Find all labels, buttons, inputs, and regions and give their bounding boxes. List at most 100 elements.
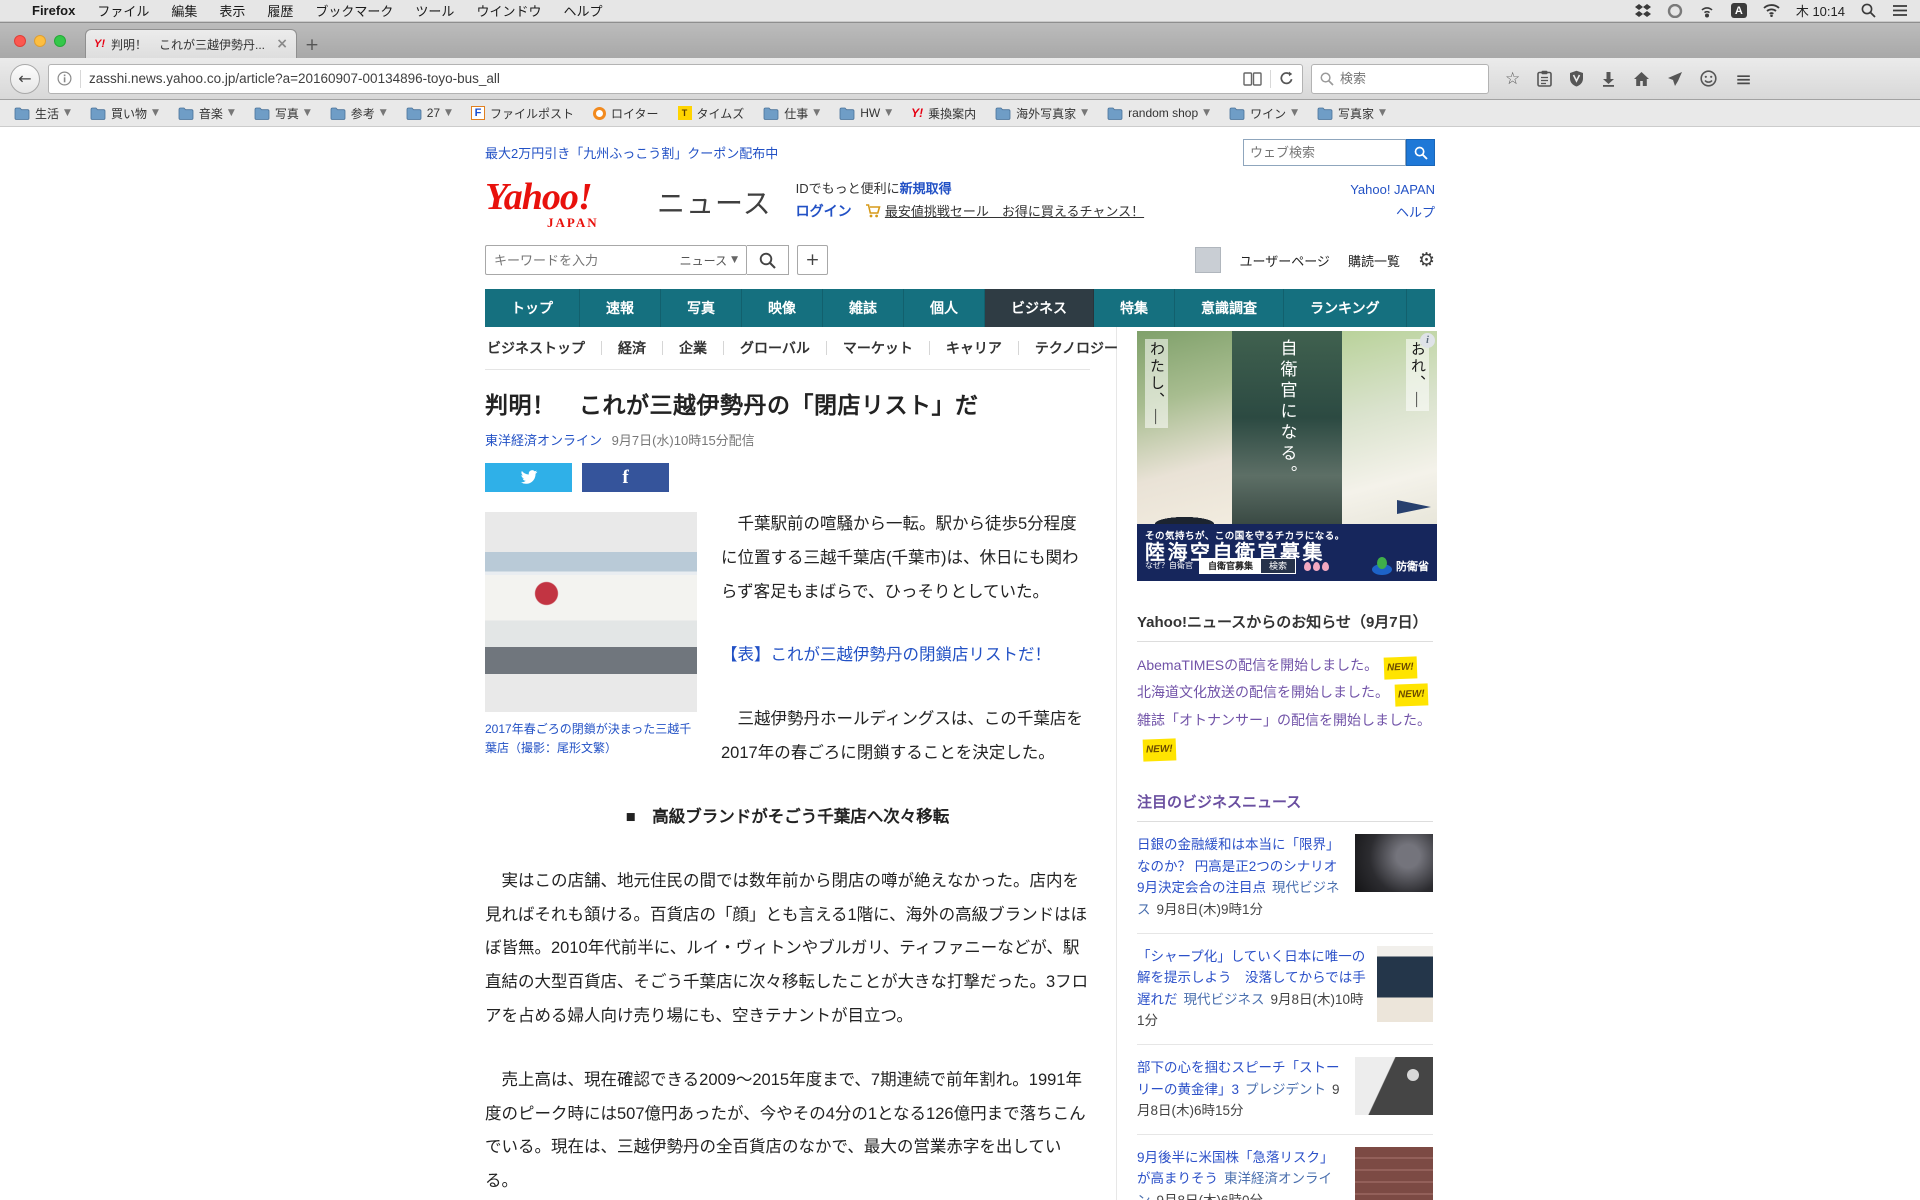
menu-hamburger-icon[interactable]: ≡ [1735,67,1752,91]
menu-file[interactable]: ファイル [97,1,149,20]
news-thumbnail[interactable] [1355,834,1433,893]
url-text[interactable]: zasshi.news.yahoo.co.jp/article?a=201609… [89,71,1235,86]
close-window-button[interactable] [14,35,26,47]
hotspot-icon[interactable] [1699,4,1715,18]
news-thumbnail[interactable] [1355,1056,1433,1115]
menu-tools[interactable]: ツール [415,1,454,20]
bookmark-times[interactable]: T タイムズ [677,105,744,122]
table-list-link[interactable]: 【表】これが三越伊勢丹の閉鎖店リストだ！ [721,646,1051,664]
article-photo[interactable] [485,512,697,712]
bookmark-folder-work[interactable]: 仕事 ▼ [763,105,820,122]
bookmark-folder-photographers[interactable]: 写真家 ▼ [1317,105,1386,122]
ad-info-icon[interactable]: i [1420,333,1435,348]
tab-top[interactable]: トップ [485,289,580,327]
site-info-icon[interactable] [57,71,72,86]
keyword-search-button[interactable] [747,245,789,275]
menu-history[interactable]: 履歴 [267,1,293,20]
ad-search-box[interactable]: 自衛官募集 検索 [1199,558,1297,574]
user-page-link[interactable]: ユーザーページ [1239,251,1329,270]
notification-center-icon[interactable] [1892,4,1908,17]
service-name[interactable]: ニュース [657,182,772,222]
tab-personal[interactable]: 個人 [904,289,985,327]
subtab-global[interactable]: グローバル [724,341,827,355]
subtab-market[interactable]: マーケット [827,341,930,355]
notice-item[interactable]: AbemaTIMESの配信を開始しました。 NEW! [1137,652,1433,680]
article-source-link[interactable]: 東洋経済オンライン [485,433,602,448]
subtab-companies[interactable]: 企業 [663,341,724,355]
help-link[interactable]: ヘルプ [1350,201,1435,224]
menu-window[interactable]: ウインドウ [476,1,541,20]
menu-help[interactable]: ヘルプ [563,1,602,20]
menu-bookmarks[interactable]: ブックマーク [315,1,393,20]
dropbox-icon[interactable] [1634,3,1651,18]
bookmark-folder-shopping[interactable]: 買い物 ▼ [90,105,159,122]
creative-cloud-icon[interactable] [1667,3,1683,18]
tab-photos[interactable]: 写真 [661,289,742,327]
sale-link[interactable]: 最安値挑戦セール お得に買えるチャンス！ [885,204,1144,219]
search-category-select[interactable]: ニュース [680,252,727,269]
subtab-business-top[interactable]: ビジネストップ [485,341,602,355]
subtab-career[interactable]: キャリア [930,341,1019,355]
news-thumbnail[interactable] [1377,945,1433,1022]
yahoo-japan-logo[interactable]: Yahoo! JAPAN [485,178,655,229]
notice-item[interactable]: 雑誌「オトナンサー」の配信を開始しました。NEW! [1137,707,1433,762]
bookmark-folder-hw[interactable]: HW ▼ [839,106,892,120]
bookmark-folder-music[interactable]: 音楽 ▼ [178,105,235,122]
bookmark-filepost[interactable]: F ファイルポスト [470,105,574,122]
web-search-input[interactable] [1243,139,1406,166]
add-search-tab-button[interactable]: + [797,245,828,275]
web-search-button[interactable] [1406,139,1435,166]
zoom-window-button[interactable] [54,35,66,47]
minimize-window-button[interactable] [34,35,46,47]
downloads-icon[interactable] [1601,71,1616,87]
news-list-item[interactable]: 「シャープ化」していく日本に唯一の解を提示しよう 没落してからでは手遅れだ 現代ビ… [1137,934,1433,1045]
jsdf-recruitment-ad[interactable]: i わたし、― 自衛官になる。 おれ、― その気持ちが、この国を守るチカラになる… [1137,331,1437,581]
url-bar[interactable]: zasshi.news.yahoo.co.jp/article?a=201609… [48,63,1303,94]
login-link[interactable]: ログイン [796,203,852,219]
tab-flash[interactable]: 速報 [580,289,661,327]
bookmark-star-icon[interactable]: ☆ [1505,69,1520,89]
share-icon[interactable] [1667,71,1683,87]
keyword-search-box[interactable]: ニュース ▼ [485,245,747,275]
bookmark-reuters[interactable]: ロイター [592,105,659,122]
facebook-share-button[interactable]: f [582,463,669,492]
bookmark-folder-overseas-photographers[interactable]: 海外写真家 ▼ [995,105,1088,122]
twitter-share-button[interactable] [485,463,572,492]
photo-caption[interactable]: 2017年春ごろの閉鎖が決まった三越千葉店（撮影：尾形文繁） [485,720,697,757]
bookmark-folder-wine[interactable]: ワイン ▼ [1229,105,1298,122]
gear-icon[interactable]: ⚙ [1418,249,1435,271]
menubar-clock[interactable]: 木 10:14 [1796,1,1845,20]
search-bar[interactable] [1311,63,1489,94]
menu-edit[interactable]: 編集 [171,1,197,20]
news-thumbnail[interactable] [1355,1146,1433,1200]
clipboard-icon[interactable] [1537,70,1553,87]
tab-video[interactable]: 映像 [742,289,823,327]
news-list-item[interactable]: 9月後半に米国株「急落リスク」が高まりそう東洋経済オンライン9月8日(木)6時0… [1137,1135,1433,1200]
news-list-item[interactable]: 部下の心を掴むスピーチ「ストーリーの黄金律」3 プレジデント 9月8日(木)6時15… [1137,1045,1433,1135]
shield-icon[interactable] [1569,70,1584,87]
user-avatar[interactable] [1195,247,1222,273]
spotlight-icon[interactable] [1861,3,1876,18]
tab-close-icon[interactable]: × [276,36,288,52]
tab-special[interactable]: 特集 [1094,289,1175,327]
bookmark-folder-27[interactable]: 27 ▼ [406,106,452,120]
bookmark-folder-reference[interactable]: 参考 ▼ [330,105,387,122]
tab-poll[interactable]: 意識調査 [1175,289,1284,327]
bookmark-transit[interactable]: Y! 乗換案内 [911,105,976,122]
tab-business[interactable]: ビジネス [985,289,1094,327]
reload-icon[interactable] [1279,71,1294,86]
tab-ranking[interactable]: ランキング [1284,289,1407,327]
wifi-icon[interactable] [1763,4,1780,17]
back-button[interactable]: ← [10,63,40,94]
subtab-economy[interactable]: 経済 [602,341,663,355]
search-input[interactable] [1340,71,1460,86]
feedback-smiley-icon[interactable] [1700,70,1717,87]
bookmark-folder-life[interactable]: 生活 ▼ [14,105,71,122]
promo-link[interactable]: 最大2万円引き「九州ふっこう割」クーポン配布中 [485,143,778,162]
keyword-input[interactable] [494,252,680,268]
new-tab-button[interactable]: + [297,32,327,58]
news-list-item[interactable]: 日銀の金融緩和は本当に「限界」なのか？ 円高是正2つのシナリオ 9月決定会合の注… [1137,822,1433,934]
menu-view[interactable]: 表示 [219,1,245,20]
notice-item[interactable]: 北海道文化放送の配信を開始しました。 NEW! [1137,679,1433,707]
yahoo-top-link[interactable]: Yahoo! JAPAN [1350,178,1435,201]
